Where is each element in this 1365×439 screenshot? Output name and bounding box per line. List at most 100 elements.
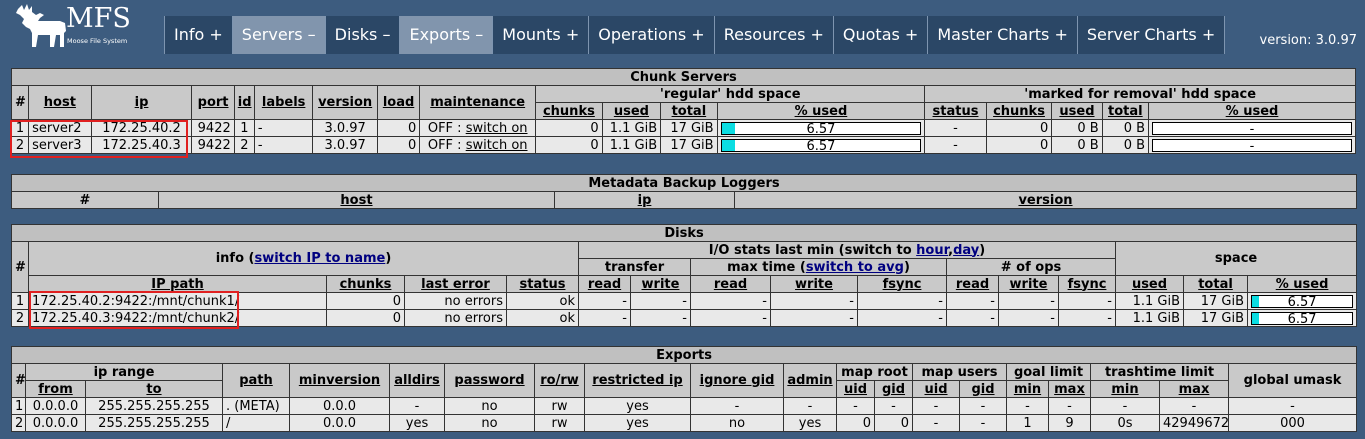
col-rorw[interactable]: ro/rw bbox=[534, 363, 585, 398]
cell-from: 0.0.0.0 bbox=[25, 414, 86, 432]
col-mr-uid[interactable]: uid bbox=[836, 380, 875, 398]
col-minversion[interactable]: minversion bbox=[289, 363, 390, 398]
metadata-loggers-panel: Metadata Backup Loggers # host ip versio… bbox=[11, 174, 1357, 209]
cell-last-error: no errors bbox=[404, 292, 507, 310]
col-ignore-gid[interactable]: ignore gid bbox=[690, 363, 784, 398]
col-last-error[interactable]: last error bbox=[404, 275, 507, 293]
cell-used: 1.1 GiB bbox=[601, 119, 662, 137]
col-mu-gid[interactable]: gid bbox=[959, 380, 1007, 398]
io-day-link[interactable]: day bbox=[953, 243, 979, 258]
group-map-root: map root bbox=[836, 363, 913, 381]
cell-ip-path: 172.25.40.2:9422:/mnt/chunk1/ bbox=[28, 292, 327, 310]
cell-num: 2 bbox=[10, 136, 30, 154]
cell-t-write: - bbox=[630, 309, 691, 327]
tab-disks[interactable]: Disks – bbox=[324, 16, 400, 54]
col-g-max[interactable]: max bbox=[1048, 380, 1091, 398]
io-hour-link[interactable]: hour bbox=[916, 243, 948, 258]
col-total[interactable]: total bbox=[1183, 275, 1248, 293]
tab-master-charts[interactable]: Master Charts + bbox=[927, 16, 1077, 54]
switch-on-link[interactable]: switch on bbox=[466, 138, 528, 153]
col-g-min[interactable]: min bbox=[1006, 380, 1049, 398]
cell-g-min: - bbox=[1006, 397, 1049, 415]
table-row: 1 0.0.0.0 255.255.255.255 . (META) 0.0.0… bbox=[11, 397, 1358, 415]
cell-t-read: - bbox=[578, 309, 631, 327]
col-ip-path[interactable]: IP path bbox=[28, 275, 327, 293]
cell-m-chunks: 0 bbox=[985, 136, 1053, 154]
col-load[interactable]: load bbox=[376, 85, 421, 120]
tab-operations[interactable]: Operations + bbox=[588, 16, 714, 54]
cell-total: 17 GiB bbox=[1183, 309, 1248, 327]
col-version[interactable]: version bbox=[312, 85, 378, 120]
col-status[interactable]: status bbox=[506, 275, 579, 293]
tab-servers[interactable]: Servers – bbox=[231, 16, 325, 54]
tab-resources[interactable]: Resources + bbox=[713, 16, 833, 54]
col-mu-uid[interactable]: uid bbox=[912, 380, 960, 398]
switch-on-link[interactable]: switch on bbox=[466, 121, 528, 136]
cell-m-total: 0 B bbox=[1101, 119, 1150, 137]
col-path[interactable]: path bbox=[222, 363, 290, 398]
cell-status: ok bbox=[506, 292, 579, 310]
cell-id: 2 bbox=[233, 136, 255, 154]
col-m-pct-used[interactable]: % used bbox=[1148, 102, 1356, 120]
disks-title: Disks bbox=[10, 224, 1358, 242]
col-to[interactable]: to bbox=[85, 380, 223, 398]
tab-server-charts[interactable]: Server Charts + bbox=[1076, 16, 1226, 54]
cell-m-pct-used: - bbox=[1148, 119, 1356, 137]
col-restricted-ip[interactable]: restricted ip bbox=[584, 363, 691, 398]
cell-labels: - bbox=[253, 136, 314, 154]
col-maintenance[interactable]: maintenance bbox=[419, 85, 537, 120]
tab-info[interactable]: Info + bbox=[164, 16, 232, 54]
col-o-fsync[interactable]: fsync bbox=[1058, 275, 1116, 293]
switch-to-avg-link[interactable]: switch to avg bbox=[806, 260, 904, 275]
cell-admin: yes bbox=[783, 414, 837, 432]
col-m-used[interactable]: used bbox=[1051, 102, 1103, 120]
col-ip[interactable]: ip bbox=[554, 191, 735, 209]
col-used[interactable]: used bbox=[601, 102, 662, 120]
cell-num: 1 bbox=[10, 119, 30, 137]
col-from[interactable]: from bbox=[25, 380, 86, 398]
col-version[interactable]: version bbox=[734, 191, 1357, 209]
switch-ip-to-name-link[interactable]: switch IP to name bbox=[254, 251, 385, 266]
usage-bar: 6.57 bbox=[720, 138, 922, 153]
col-mr-gid[interactable]: gid bbox=[874, 380, 913, 398]
col-ip[interactable]: ip bbox=[90, 85, 193, 120]
col-mt-read[interactable]: read bbox=[690, 275, 771, 293]
col-t-read[interactable]: read bbox=[578, 275, 631, 293]
col-chunks[interactable]: chunks bbox=[535, 102, 603, 120]
col-mt-write[interactable]: write bbox=[770, 275, 858, 293]
cell-mt-read: - bbox=[690, 309, 771, 327]
col-chunks[interactable]: chunks bbox=[326, 275, 405, 293]
cell-o-fsync: - bbox=[1058, 309, 1116, 327]
col-m-status[interactable]: status bbox=[924, 102, 987, 120]
col-total[interactable]: total bbox=[660, 102, 718, 120]
col-port[interactable]: port bbox=[191, 85, 235, 120]
exports-panel: Exports # ip range path minversion alldi… bbox=[10, 346, 1358, 432]
tab-mounts[interactable]: Mounts + bbox=[492, 16, 589, 54]
tab-exports[interactable]: Exports – bbox=[399, 16, 493, 54]
col-host[interactable]: host bbox=[158, 191, 555, 209]
col-t-write[interactable]: write bbox=[630, 275, 691, 293]
col-mt-fsync[interactable]: fsync bbox=[857, 275, 947, 293]
col-password[interactable]: password bbox=[444, 363, 535, 398]
col-host[interactable]: host bbox=[28, 85, 92, 120]
cell-to: 255.255.255.255 bbox=[85, 397, 223, 415]
col-t-max[interactable]: max bbox=[1159, 380, 1229, 398]
cell-m-total: 0 B bbox=[1101, 136, 1150, 154]
col-m-total[interactable]: total bbox=[1101, 102, 1150, 120]
col-m-chunks[interactable]: chunks bbox=[985, 102, 1053, 120]
col-labels[interactable]: labels bbox=[253, 85, 314, 120]
col-t-min[interactable]: min bbox=[1090, 380, 1160, 398]
cell-minversion: 0.0.0 bbox=[289, 414, 390, 432]
cell-maintenance: OFF : switch on bbox=[419, 136, 537, 154]
col-alldirs[interactable]: alldirs bbox=[389, 363, 445, 398]
col-id[interactable]: id bbox=[233, 85, 255, 120]
col-o-read[interactable]: read bbox=[946, 275, 999, 293]
col-used[interactable]: used bbox=[1115, 275, 1184, 293]
col-admin[interactable]: admin bbox=[783, 363, 837, 398]
table-row: 2 172.25.40.3:9422:/mnt/chunk2/ 0 no err… bbox=[11, 309, 1358, 327]
col-o-write[interactable]: write bbox=[998, 275, 1059, 293]
cell-umask: 000 bbox=[1227, 414, 1358, 432]
tab-quotas[interactable]: Quotas + bbox=[832, 16, 928, 54]
col-pct-used[interactable]: % used bbox=[1246, 275, 1358, 293]
col-pct-used[interactable]: % used bbox=[716, 102, 926, 120]
